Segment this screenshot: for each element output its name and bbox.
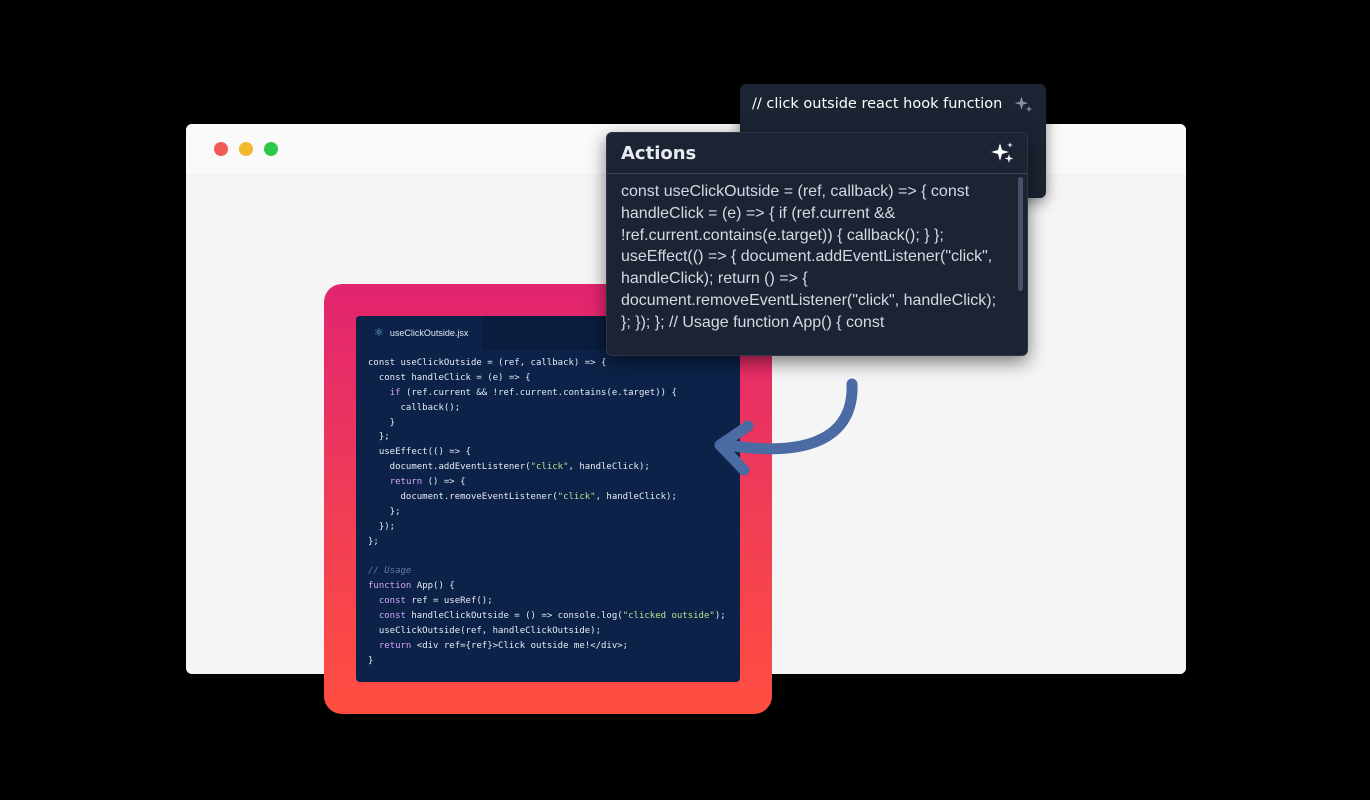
- actions-scrollbar[interactable]: [1018, 177, 1023, 291]
- actions-title: Actions: [621, 143, 697, 164]
- code-line: }: [368, 417, 396, 428]
- code-line: }: [368, 655, 374, 666]
- actions-header: Actions: [607, 133, 1027, 174]
- code-line: function App() {: [368, 581, 455, 592]
- stage: ⚛ useClickOutside.jsx const useClickOuts…: [0, 0, 1370, 800]
- actions-suggestion-text[interactable]: const useClickOutside = (ref, callback) …: [621, 181, 1006, 334]
- code-line: const handleClick = (e) => {: [368, 372, 531, 383]
- code-line: };: [368, 506, 401, 517]
- code-line: // Usage: [368, 566, 412, 577]
- code-line: document.addEventListener("click", handl…: [368, 462, 650, 473]
- close-window-button[interactable]: [214, 142, 228, 156]
- code-line: return () => {: [389, 477, 466, 488]
- editor-tab[interactable]: ⚛ useClickOutside.jsx: [356, 316, 483, 350]
- code-line: const useClickOutside = (ref, callback) …: [368, 358, 607, 368]
- prompt-text[interactable]: // click outside react hook function: [752, 96, 1002, 112]
- code-content: const useClickOutside = (ref, callback) …: [356, 350, 740, 675]
- editor-tab-label: useClickOutside.jsx: [389, 328, 469, 338]
- code-line: return <div ref={ref}>Click outside me!<…: [378, 640, 629, 651]
- sparkle-icon[interactable]: [1014, 94, 1034, 114]
- minimize-window-button[interactable]: [239, 142, 253, 156]
- code-line: const ref = useRef();: [378, 596, 493, 607]
- code-line: const handleClickOutside = () => console…: [378, 611, 726, 622]
- code-line: useClickOutside(ref, handleClickOutside)…: [368, 626, 601, 637]
- actions-panel: Actions const useClickOutside = (ref, ca…: [606, 132, 1028, 356]
- code-line: };: [368, 536, 379, 547]
- code-line: };: [368, 432, 390, 443]
- curved-arrow-icon: [714, 378, 858, 476]
- react-icon: ⚛: [374, 326, 384, 339]
- code-editor: ⚛ useClickOutside.jsx const useClickOuts…: [356, 316, 740, 682]
- code-line: document.removeEventListener("click", ha…: [368, 492, 677, 503]
- code-line: });: [368, 521, 396, 532]
- maximize-window-button[interactable]: [264, 142, 278, 156]
- code-line: useEffect(() => {: [368, 447, 471, 458]
- code-line: callback();: [368, 402, 461, 413]
- code-line: if (ref.current && !ref.current.contains…: [389, 387, 677, 398]
- sparkle-icon[interactable]: [991, 141, 1015, 165]
